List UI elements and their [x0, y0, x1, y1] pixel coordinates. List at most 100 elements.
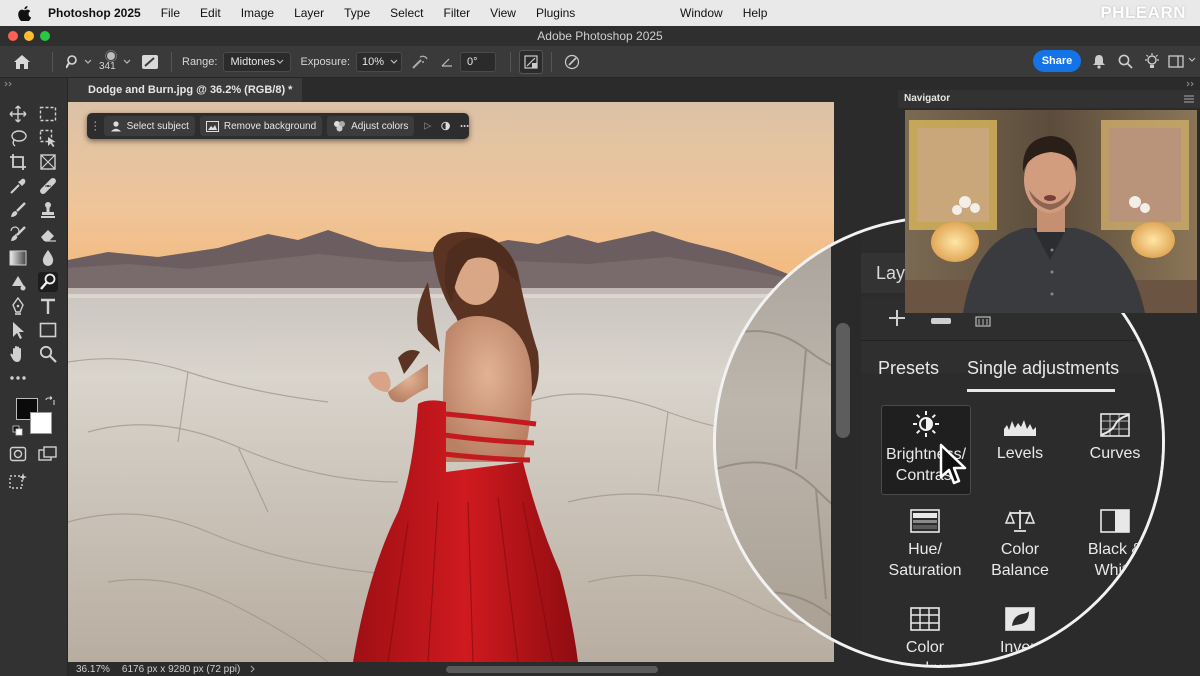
minus-icon[interactable]	[931, 317, 951, 325]
navigator-tab[interactable]: Navigator	[904, 93, 950, 104]
blur-tool-icon[interactable]	[38, 248, 58, 268]
hand-tool-icon[interactable]	[8, 344, 28, 364]
menu-select[interactable]: Select	[380, 0, 433, 26]
discover-lightbulb-icon[interactable]	[1143, 53, 1161, 70]
menu-file[interactable]: File	[151, 0, 190, 26]
more-options-icon[interactable]	[460, 124, 469, 128]
adjust-colors-button[interactable]: Adjust colors	[327, 116, 415, 136]
layers-tab-partial[interactable]: Lay	[876, 263, 905, 284]
horizontal-scrollbar-thumb[interactable]	[446, 666, 658, 673]
rectangle-tool-icon[interactable]	[38, 320, 58, 340]
share-button[interactable]: Share	[1033, 50, 1081, 72]
lasso-tool-icon[interactable]	[8, 128, 28, 148]
dodge-tool-preset-icon[interactable]	[61, 54, 97, 69]
remove-background-button[interactable]: Remove background	[199, 116, 323, 136]
chevron-down-icon[interactable]	[1188, 57, 1196, 63]
angle-input[interactable]: 0°	[460, 51, 497, 72]
divider	[510, 51, 512, 72]
move-tool-icon[interactable]	[8, 104, 28, 124]
history-brush-tool-icon[interactable]	[8, 224, 28, 244]
healing-brush-tool-icon[interactable]	[38, 176, 58, 196]
pen-shape-fill-tool-icon[interactable]	[8, 272, 28, 292]
bell-icon[interactable]	[1092, 54, 1106, 69]
brush-size-picker[interactable]: 341	[97, 46, 137, 78]
collapse-arrows-icon[interactable]	[4, 81, 14, 87]
panel-menu-icon[interactable]	[1184, 95, 1194, 103]
frame-tool-icon[interactable]	[38, 152, 58, 172]
marquee-tool-icon[interactable]	[38, 104, 58, 124]
protect-tones-toggle[interactable]	[519, 49, 544, 74]
navigator-preview[interactable]	[905, 110, 1197, 313]
zoom-tool-icon[interactable]	[38, 344, 58, 364]
divider	[52, 51, 53, 72]
adjustment-label-line2: White	[1094, 562, 1136, 579]
eraser-tool-icon[interactable]	[38, 224, 58, 244]
minimize-window-button[interactable]	[24, 31, 34, 41]
pin-icon[interactable]	[423, 120, 432, 132]
menu-window[interactable]: Window	[670, 0, 733, 26]
zoom-window-button[interactable]	[40, 31, 50, 41]
quick-mask-icon[interactable]	[8, 444, 28, 464]
brush-settings-icon[interactable]	[137, 54, 163, 70]
range-select[interactable]: Midtones	[223, 51, 292, 72]
dodge-tool-icon[interactable]	[38, 272, 58, 292]
airbrush-icon[interactable]	[402, 54, 438, 70]
background-color-swatch[interactable]	[30, 412, 52, 434]
angle-value: 0°	[467, 55, 478, 68]
path-selection-tool-icon[interactable]	[8, 320, 28, 340]
swap-colors-icon[interactable]	[44, 396, 56, 408]
adjustment-label-line1: Color	[905, 639, 945, 656]
default-colors-icon[interactable]	[12, 425, 24, 437]
object-selection-tool-icon[interactable]	[38, 128, 58, 148]
apple-icon[interactable]	[16, 5, 32, 21]
adjustment-label-line2: Saturation	[888, 562, 962, 579]
chevron-right-icon[interactable]	[250, 665, 256, 673]
collapse-arrows-icon[interactable]	[1186, 81, 1196, 87]
color-balance-button[interactable]: Color Balance	[975, 505, 1065, 581]
hue-saturation-button[interactable]: Hue/ Saturation	[880, 505, 970, 581]
select-subject-label: Select subject	[126, 120, 189, 132]
generative-fill-icon[interactable]	[8, 471, 28, 491]
document-info: 6176 px x 9280 px (72 ppi)	[121, 663, 241, 675]
screen-mode-icon[interactable]	[38, 444, 58, 464]
drag-handle-icon[interactable]	[93, 118, 98, 134]
gradient-tool-icon[interactable]	[8, 248, 28, 268]
document-tab[interactable]: Dodge and Burn.jpg @ 36.2% (RGB/8) *	[68, 78, 303, 102]
workspace-icon[interactable]	[1168, 55, 1184, 68]
menu-layer[interactable]: Layer	[284, 0, 334, 26]
menu-plugins[interactable]: Plugins	[526, 0, 585, 26]
eyedropper-tool-icon[interactable]	[8, 176, 28, 196]
curves-button[interactable]: Curves	[1070, 409, 1160, 464]
levels-button[interactable]: Levels	[975, 409, 1065, 464]
more-tools-icon[interactable]	[8, 368, 28, 388]
brush-tool-icon[interactable]	[8, 200, 28, 220]
zoom-level[interactable]: 36.17%	[76, 664, 110, 675]
color-lookup-button[interactable]: Color Lookup	[880, 603, 970, 665]
invert-button[interactable]: Invert	[975, 603, 1065, 658]
navigator-panel-header: Navigator	[898, 90, 1200, 108]
menu-image[interactable]: Image	[231, 0, 284, 26]
document-tab-title: Dodge and Burn.jpg @ 36.2% (RGB/8) *	[88, 84, 293, 96]
menu-edit[interactable]: Edit	[190, 0, 231, 26]
menu-help[interactable]: Help	[733, 0, 778, 26]
black-white-button[interactable]: Black & White	[1070, 505, 1160, 581]
pen-tool-icon[interactable]	[8, 296, 28, 316]
clone-stamp-tool-icon[interactable]	[38, 200, 58, 220]
mask-icon[interactable]	[440, 120, 450, 132]
search-icon[interactable]	[1118, 54, 1133, 69]
menu-filter[interactable]: Filter	[433, 0, 480, 26]
menu-type[interactable]: Type	[334, 0, 380, 26]
tab-presets[interactable]: Presets	[878, 358, 939, 379]
select-subject-button[interactable]: Select subject	[103, 116, 195, 136]
delete-layer-icon[interactable]	[975, 315, 991, 327]
pressure-size-icon[interactable]	[560, 54, 584, 70]
type-tool-icon[interactable]	[38, 296, 58, 316]
home-icon[interactable]	[0, 54, 44, 70]
crop-tool-icon[interactable]	[8, 152, 28, 172]
exposure-input[interactable]: 10%	[356, 51, 403, 72]
menu-view[interactable]: View	[480, 0, 526, 26]
add-icon[interactable]	[888, 309, 906, 327]
close-window-button[interactable]	[8, 31, 18, 41]
tab-single-adjustments[interactable]: Single adjustments	[967, 358, 1119, 379]
menu-app-name[interactable]: Photoshop 2025	[44, 0, 151, 26]
